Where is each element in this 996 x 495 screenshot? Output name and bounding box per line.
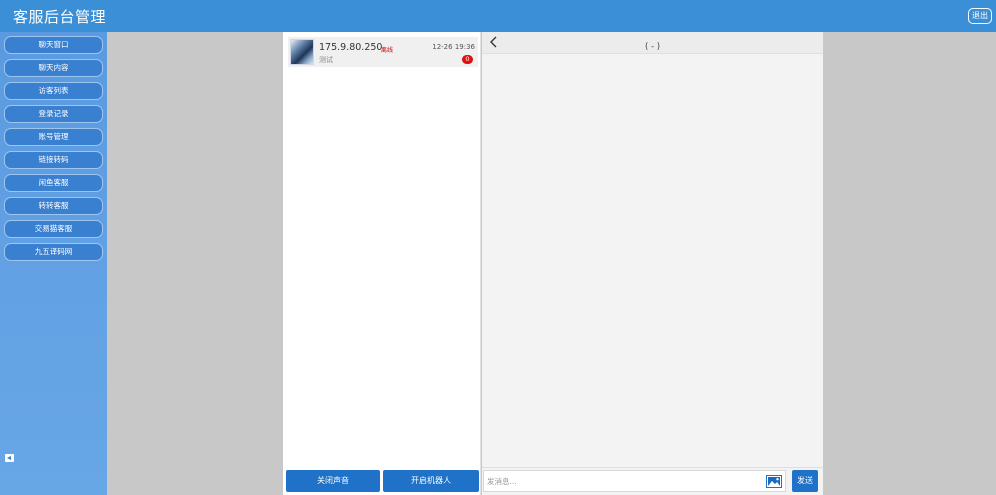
sidebar-item-zhuanzhuan-cs[interactable]: 转转客服 (4, 197, 103, 215)
sidebar-item-xianyu-cs[interactable]: 闲鱼客服 (4, 174, 103, 192)
sidebar-item-chat-window[interactable]: 聊天窗口 (4, 36, 103, 54)
status-badge: 离线 (381, 47, 394, 54)
sidebar-item-jiaoyimao-cs[interactable]: 交易猫客服 (4, 220, 103, 238)
chat-header: ( - ) (482, 32, 823, 54)
message-input[interactable] (483, 470, 786, 492)
image-upload-icon[interactable] (766, 475, 782, 488)
logout-button[interactable]: 退出 (968, 8, 992, 24)
sidebar-item-chat-content[interactable]: 聊天内容 (4, 59, 103, 77)
sidebar-item-link-transcode[interactable]: 链接转码 (4, 151, 103, 169)
toggle-robot-button[interactable]: 开启机器人 (383, 470, 479, 492)
session-time: 12-26 19:36 (432, 43, 475, 51)
toggle-sound-button[interactable]: 关闭声音 (286, 470, 380, 492)
chat-input-bar: 发送 (482, 467, 823, 495)
chat-title: ( - ) (644, 42, 661, 52)
app-title: 客服后台管理 (13, 8, 107, 26)
top-header: 客服后台管理 退出 (0, 0, 996, 32)
session-list-panel: 175.9.80.250 离线 12-26 19:36 测试 0 关闭声音 开启… (283, 32, 481, 495)
message-area[interactable] (482, 55, 823, 466)
sidebar: 聊天窗口 聊天内容 访客列表 登录记录 账号管理 链接转码 闲鱼客服 转转客服 … (0, 32, 107, 495)
send-button[interactable]: 发送 (792, 470, 818, 492)
collapse-sidebar-icon[interactable] (5, 454, 14, 462)
sidebar-item-account-mgmt[interactable]: 账号管理 (4, 128, 103, 146)
session-list-item[interactable]: 175.9.80.250 离线 12-26 19:36 测试 0 (288, 37, 478, 67)
session-ip: 175.9.80.250 (319, 42, 383, 53)
session-preview: 测试 (319, 56, 333, 64)
sidebar-item-95-decode[interactable]: 九五译码网 (4, 243, 103, 261)
sidebar-item-visitor-list[interactable]: 访客列表 (4, 82, 103, 100)
unread-count-badge: 0 (462, 55, 473, 64)
chat-panel: ( - ) 发送 (482, 32, 823, 495)
avatar (290, 39, 314, 65)
sidebar-item-login-records[interactable]: 登录记录 (4, 105, 103, 123)
